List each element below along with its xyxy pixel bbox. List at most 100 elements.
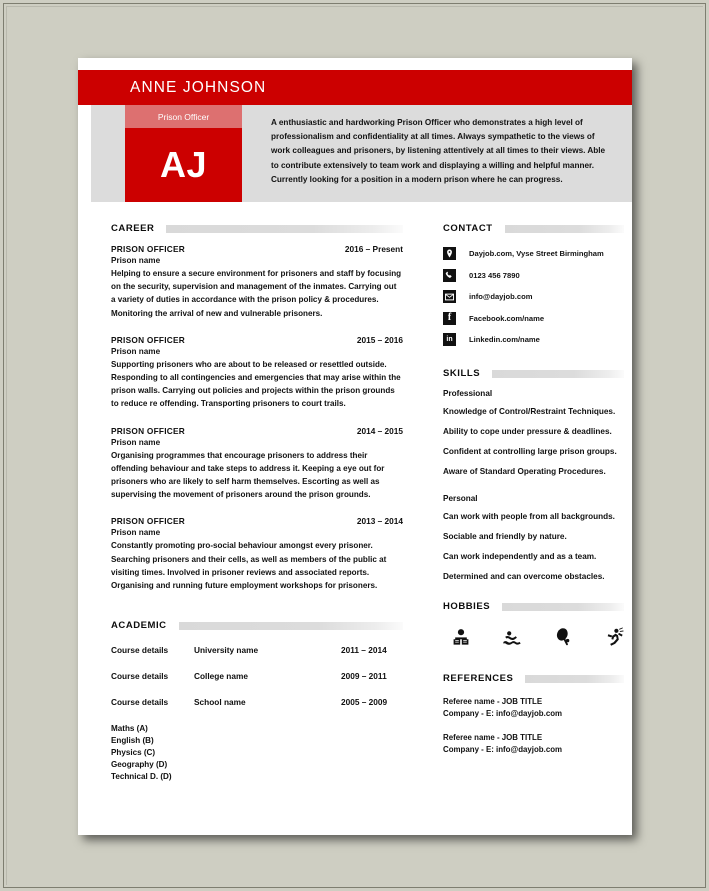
academic-heading-bar <box>178 621 403 630</box>
contact-heading-bar <box>504 224 624 233</box>
skills-professional-label: Professional <box>443 389 493 398</box>
section-header-career: CAREER <box>111 223 403 234</box>
skills-personal-group: Personal Can work with people from all b… <box>443 494 624 581</box>
identity-box: Prison Officer AJ <box>125 105 242 202</box>
job-header-row: PRISON OFFICER 2014 – 2015 <box>111 426 403 436</box>
band-left-gutter <box>78 105 91 202</box>
academic-dates: 2011 – 2014 <box>341 645 387 656</box>
contact-item-address: Dayjob.com, Vyse Street Birmingham <box>443 247 624 260</box>
reference-item: Referee name - JOB TITLE Company - E: in… <box>443 732 624 756</box>
job-dates: 2016 – Present <box>344 244 403 254</box>
grade-item: Maths (A) <box>111 724 148 734</box>
resume-body: CAREER PRISON OFFICER 2016 – Present Pri… <box>78 202 632 783</box>
skill-item: Can work with people from all background… <box>443 512 615 521</box>
academic-row: Course details University name 2011 – 20… <box>111 645 403 655</box>
section-header-contact: CONTACT <box>443 223 624 234</box>
contact-item-phone[interactable]: 0123 456 7890 <box>443 268 624 282</box>
contact-heading: CONTACT <box>443 223 493 234</box>
skills-professional-group: Professional Knowledge of Control/Restra… <box>443 389 624 476</box>
left-column: CAREER PRISON OFFICER 2016 – Present Pri… <box>111 223 403 783</box>
skill-item: Knowledge of Control/Restraint Technique… <box>443 407 616 416</box>
academic-course: Course details <box>111 671 169 682</box>
running-icon <box>604 627 624 647</box>
email-icon <box>443 290 456 303</box>
section-header-hobbies: HOBBIES <box>443 601 624 612</box>
academic-course: Course details <box>111 645 169 656</box>
facebook-icon: f <box>443 311 456 325</box>
skills-personal-label: Personal <box>443 494 478 503</box>
references-list: Referee name - JOB TITLE Company - E: in… <box>443 696 624 756</box>
page-title: ANNE JOHNSON <box>130 78 267 96</box>
page-top-margin <box>78 58 632 70</box>
hobbies-icon-row <box>443 622 624 647</box>
academic-list: Course details University name 2011 – 20… <box>111 645 403 707</box>
academic-dates: 2005 – 2009 <box>341 697 388 708</box>
skills-divider <box>443 487 624 494</box>
job-entry: PRISON OFFICER 2014 – 2015 Prison name O… <box>111 426 403 502</box>
academic-row: Course details College name 2009 – 2011 <box>111 671 403 681</box>
job-entry: PRISON OFFICER 2016 – Present Prison nam… <box>111 244 403 320</box>
contact-item-linkedin[interactable]: in Linkedin.com/name <box>443 333 624 346</box>
job-dates: 2013 – 2014 <box>356 516 403 527</box>
grade-item: Geography (D) <box>111 760 168 770</box>
academic-institution: College name <box>194 671 248 682</box>
grade-item: Physics (C) <box>111 748 156 758</box>
contact-phone-text: 0123 456 7890 <box>469 270 520 280</box>
references-heading-bar <box>525 674 624 683</box>
job-description: Helping to ensure a secure environment f… <box>111 269 402 318</box>
job-description: Constantly promoting pro-social behaviou… <box>111 541 387 591</box>
job-company: Prison name <box>111 346 161 356</box>
job-header-row: PRISON OFFICER 2016 – Present <box>111 244 403 254</box>
contact-facebook-text: Facebook.com/name <box>469 313 545 323</box>
career-heading: CAREER <box>111 223 155 234</box>
hobbies-heading: HOBBIES <box>443 601 491 612</box>
job-entry: PRISON OFFICER 2013 – 2014 Prison name C… <box>111 516 403 592</box>
skill-item: Ability to cope under pressure & deadlin… <box>443 427 612 436</box>
job-title: PRISON OFFICER <box>111 425 186 436</box>
academic-row: Course details School name 2005 – 2009 <box>111 697 403 707</box>
job-title-chip: Prison Officer <box>125 105 242 128</box>
reference-company-email: Company - E: info@dayjob.com <box>443 709 563 718</box>
profile-band: Prison Officer AJ A enthusiastic and har… <box>78 105 632 202</box>
job-entry: PRISON OFFICER 2015 – 2016 Prison name S… <box>111 335 403 411</box>
section-header-skills: SKILLS <box>443 368 624 379</box>
grades-list: Maths (A) English (B) Physics (C) Geogra… <box>111 723 403 783</box>
section-header-academic: ACADEMIC <box>111 620 403 631</box>
profile-summary-text: A enthusiastic and hardworking Prison Of… <box>271 118 606 184</box>
job-company: Prison name <box>111 256 161 265</box>
profile-summary-block: A enthusiastic and hardworking Prison Of… <box>242 105 632 202</box>
contact-list: Dayjob.com, Vyse Street Birmingham 0123 … <box>443 247 624 346</box>
contact-email-text: info@dayjob.com <box>469 292 533 301</box>
reference-company-email: Company - E: info@dayjob.com <box>443 745 563 754</box>
resume-page: ANNE JOHNSON Prison Officer AJ A enthusi… <box>78 58 632 835</box>
grade-item: English (B) <box>111 736 154 746</box>
skill-item: Aware of Standard Operating Procedures. <box>443 467 606 476</box>
hobbies-heading-bar <box>502 602 624 611</box>
grade-item: Technical D. (D) <box>111 772 172 782</box>
skill-item: Can work independently and as a team. <box>443 552 597 561</box>
linkedin-icon: in <box>443 333 456 346</box>
job-title: PRISON OFFICER <box>111 334 186 345</box>
job-title: PRISON OFFICER <box>111 244 186 254</box>
skills-heading: SKILLS <box>443 368 481 379</box>
phone-icon <box>443 268 456 282</box>
academic-heading: ACADEMIC <box>111 620 167 632</box>
contact-address-text: Dayjob.com, Vyse Street Birmingham <box>469 249 604 258</box>
contact-item-facebook[interactable]: f Facebook.com/name <box>443 311 624 325</box>
job-company: Prison name <box>111 437 161 447</box>
job-company: Prison name <box>111 528 161 538</box>
location-pin-icon <box>443 247 456 260</box>
academic-institution: University name <box>194 645 259 656</box>
academic-institution: School name <box>194 697 246 708</box>
job-description: Supporting prisoners who are about to be… <box>111 359 401 409</box>
section-header-references: REFERENCES <box>443 673 624 684</box>
contact-item-email[interactable]: info@dayjob.com <box>443 290 624 303</box>
job-dates: 2014 – 2015 <box>356 425 403 436</box>
reading-icon <box>451 627 471 647</box>
job-description: Organising programmes that encourage pri… <box>111 450 385 500</box>
name-banner: ANNE JOHNSON <box>78 70 632 105</box>
job-header-row: PRISON OFFICER 2013 – 2014 <box>111 516 403 526</box>
reference-name-title: Referee name - JOB TITLE <box>443 733 543 742</box>
references-heading: REFERENCES <box>443 673 514 684</box>
career-heading-bar <box>166 224 403 233</box>
